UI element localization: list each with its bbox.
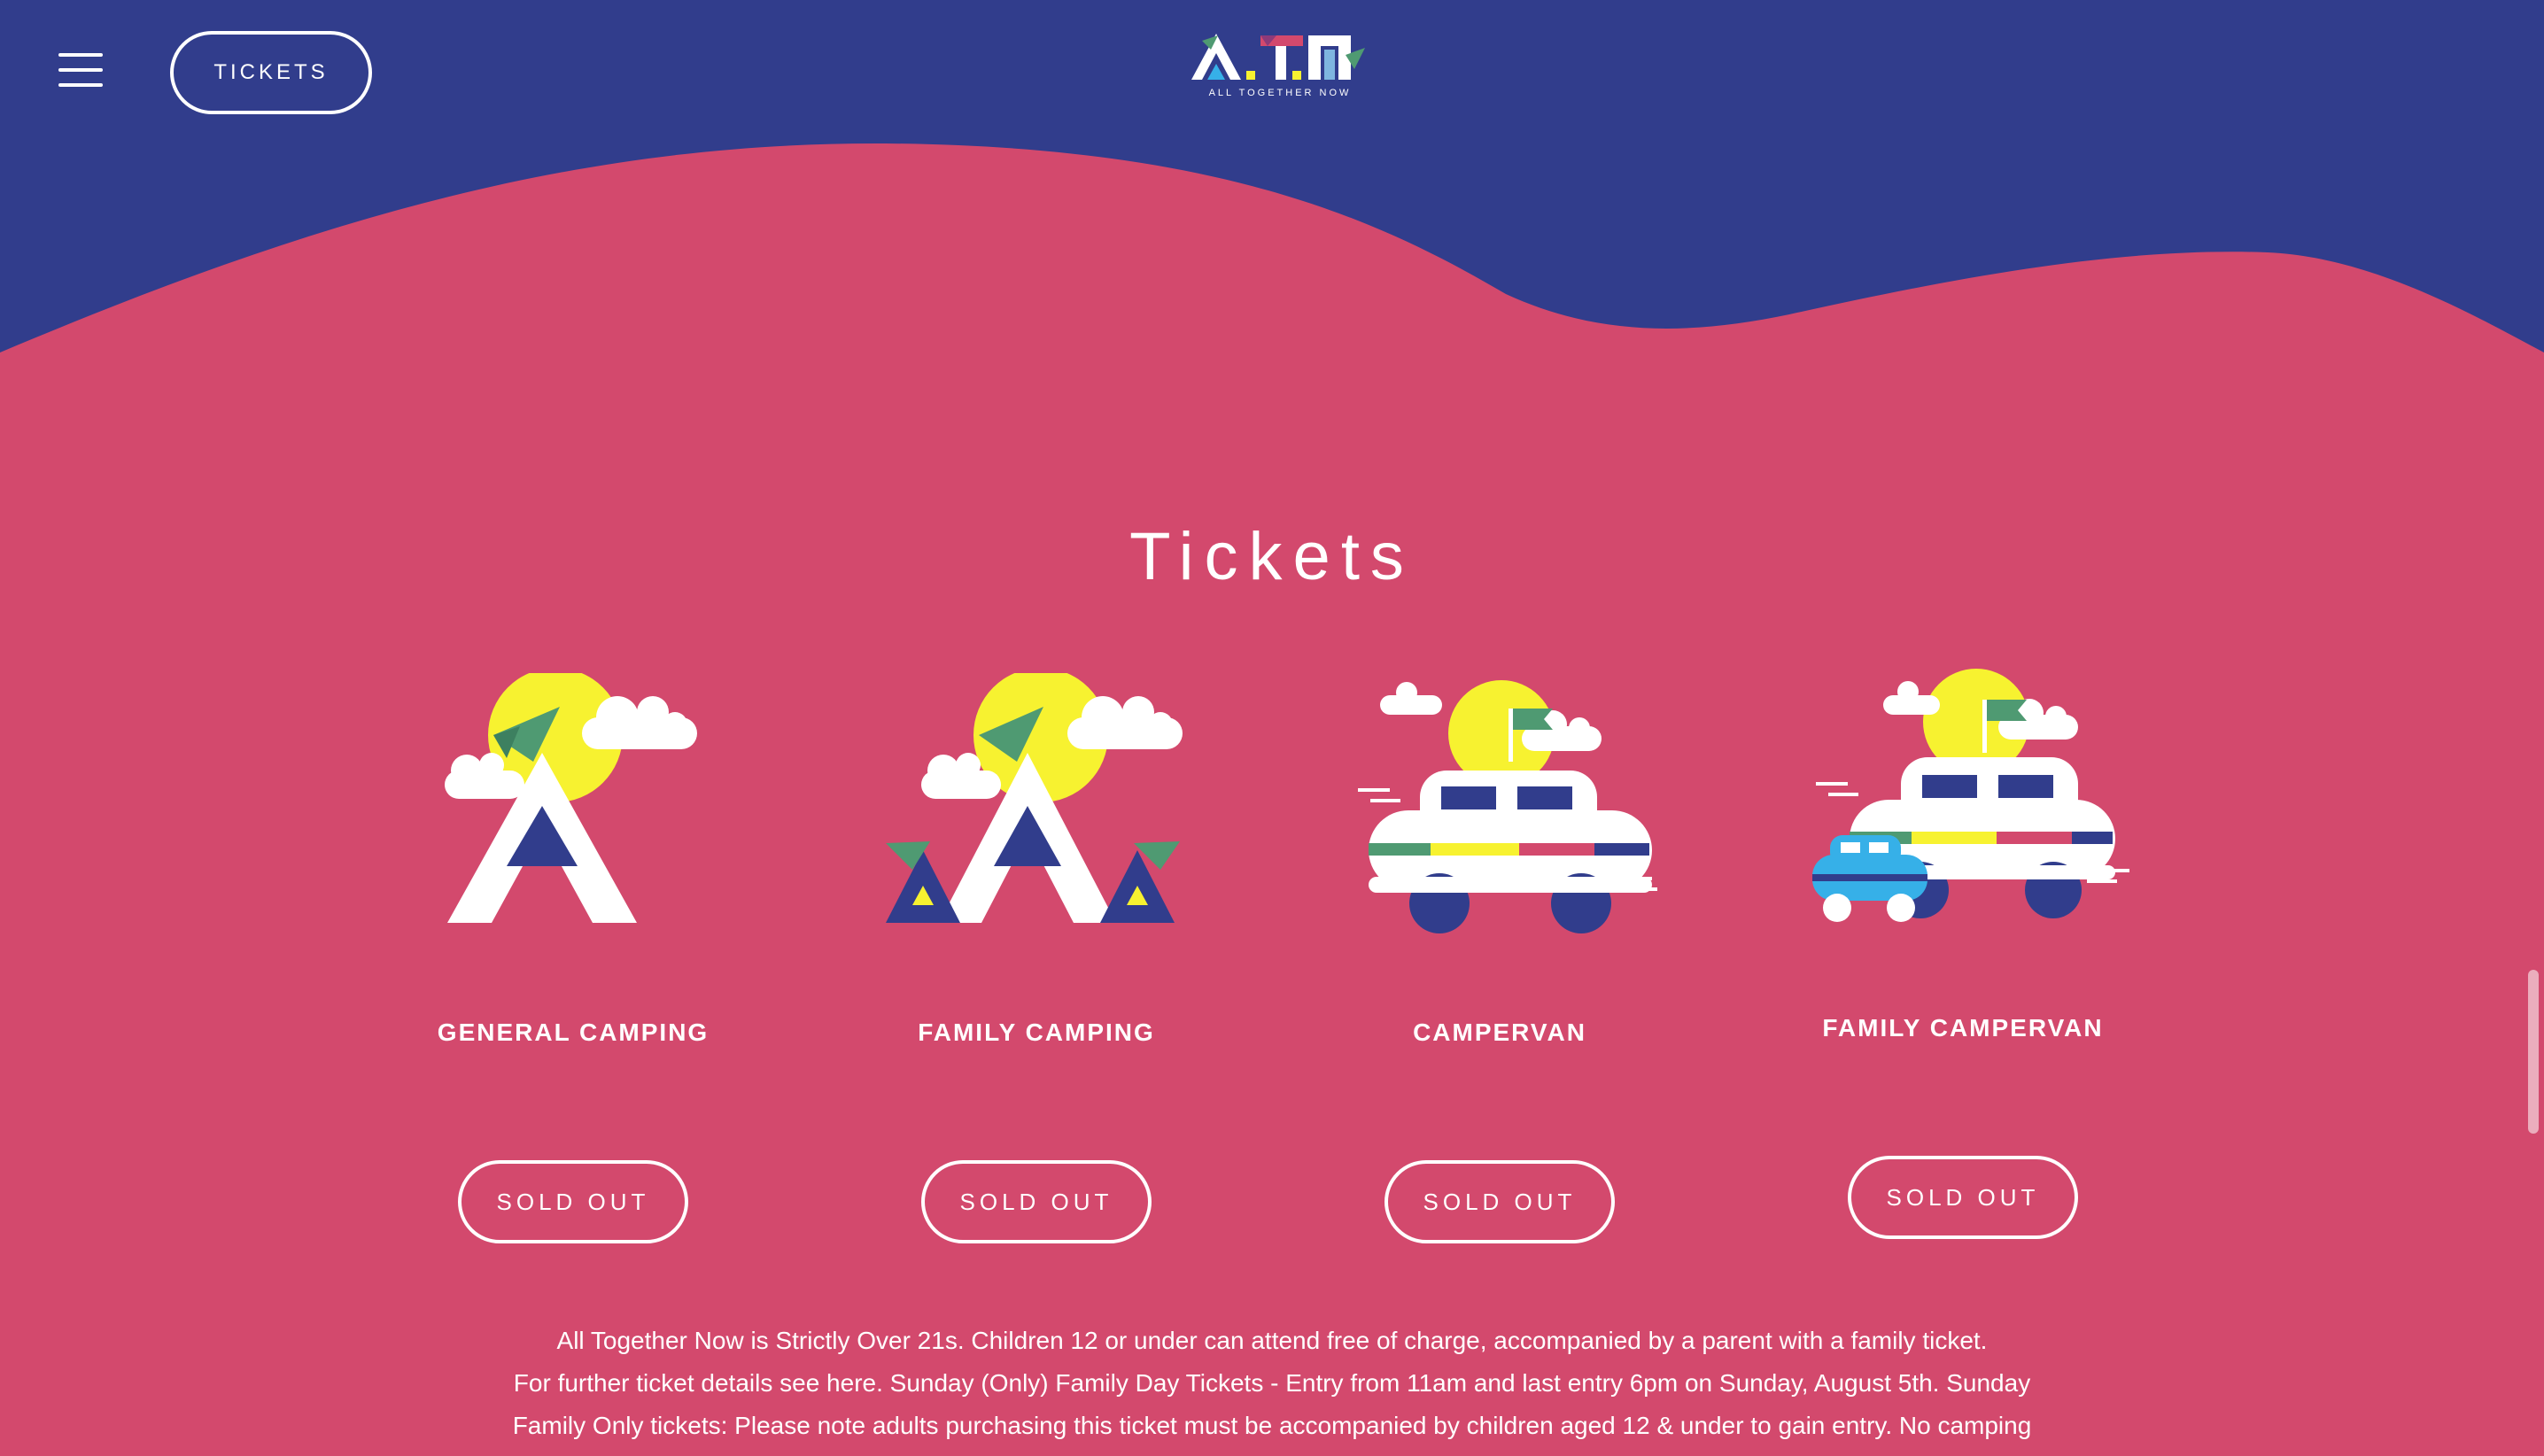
- ticket-name: CAMPERVAN: [1413, 1018, 1586, 1046]
- info-line: All Together Now is Strictly Over 21s. C…: [556, 1327, 1988, 1354]
- sold-out-button[interactable]: SOLD OUT: [458, 1160, 688, 1243]
- page: TICKETS ALL TOGETHER NOW Tickets GENERAL…: [0, 0, 2544, 1456]
- family-tents-icon: [886, 673, 1183, 923]
- ticket-card-family-camping: FAMILY CAMPING SOLD OUT: [850, 673, 1222, 1258]
- scrollbar-thumb[interactable]: [2528, 970, 2539, 1134]
- scrollbar[interactable]: [2525, 0, 2544, 1456]
- campervan-icon: [1358, 680, 1657, 933]
- page-title: Tickets: [1129, 519, 1415, 594]
- info-line: Family Only tickets: Please note adults …: [512, 1412, 2032, 1439]
- sold-out-button[interactable]: SOLD OUT: [1384, 1160, 1615, 1243]
- logo-tagline: ALL TOGETHER NOW: [1208, 88, 1352, 98]
- ticket-card-campervan: CAMPERVAN SOLD OUT: [1314, 673, 1686, 1258]
- campervan-with-car-icon: [1812, 669, 2129, 922]
- ticket-name: FAMILY CAMPING: [918, 1018, 1155, 1046]
- tent-icon: [445, 673, 697, 923]
- ticket-name: GENERAL CAMPING: [437, 1018, 710, 1046]
- atn-logo[interactable]: ALL TOGETHER NOW: [1191, 30, 1369, 105]
- ticket-info-text: All Together Now is Strictly Over 21s. C…: [390, 1320, 2154, 1447]
- ticket-name: FAMILY CAMPERVAN: [1822, 1014, 2104, 1042]
- ticket-card-general-camping: GENERAL CAMPING SOLD OUT: [387, 673, 759, 1258]
- sold-out-button[interactable]: SOLD OUT: [921, 1160, 1152, 1243]
- hamburger-menu-icon[interactable]: [58, 53, 103, 87]
- sold-out-button[interactable]: SOLD OUT: [1848, 1156, 2078, 1239]
- tickets-nav-button[interactable]: TICKETS: [170, 31, 372, 114]
- info-line: For further ticket details see here. Sun…: [513, 1369, 2031, 1397]
- ticket-card-family-campervan: FAMILY CAMPERVAN SOLD OUT: [1777, 669, 2149, 1253]
- logo-mark-icon: [1191, 34, 1365, 80]
